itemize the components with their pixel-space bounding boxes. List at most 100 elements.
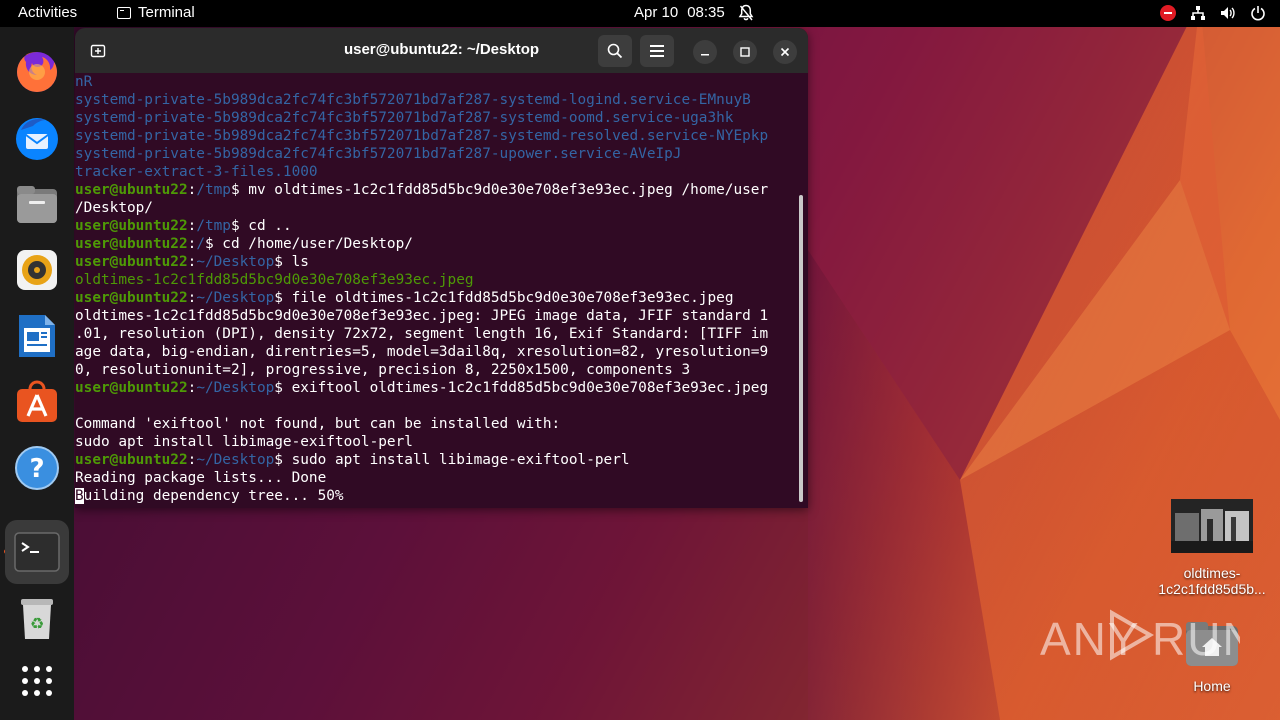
terminal-scrollbar[interactable]: [799, 195, 803, 502]
terminal-text: Reading package lists... Done: [75, 470, 327, 486]
terminal-text: user@ubuntu22: [75, 182, 188, 198]
terminal-text: /tmp: [196, 218, 231, 234]
terminal-text: :: [187, 290, 197, 306]
terminal-line: Building dependency tree... 50%: [75, 487, 797, 505]
show-apps-icon[interactable]: [11, 655, 63, 707]
anyrun-logo: ANY RUN: [1040, 609, 1256, 665]
file-label-line-2: 1c2c1fdd85d5b...: [1158, 581, 1266, 597]
search-icon: [607, 43, 623, 59]
svg-text:?: ?: [29, 454, 44, 484]
terminal-line: systemd-private-5b989dca2fc74fc3bf572071…: [75, 109, 797, 127]
terminal-line: user@ubuntu22:~/Desktop$ sudo apt instal…: [75, 451, 797, 469]
clock-time: 08:35: [687, 4, 725, 21]
terminal-line: systemd-private-5b989dca2fc74fc3bf572071…: [75, 91, 797, 109]
terminal-text: :: [187, 236, 197, 252]
terminal-text: uilding dependency tree... 50%: [83, 488, 344, 504]
search-button[interactable]: [598, 35, 632, 67]
terminal-text: $ sudo apt install libimage-exiftool-per…: [274, 452, 630, 468]
terminal-text: tracker-extract-3-files.1000: [75, 164, 318, 180]
terminal-window: user@ubuntu22: ~/Desktop nR systemd-priva…: [75, 28, 808, 508]
writer-icon[interactable]: [11, 310, 63, 362]
bell-icon[interactable]: [738, 4, 754, 22]
terminal-text: user@ubuntu22: [75, 218, 188, 234]
trash-icon[interactable]: ♻: [11, 592, 63, 644]
terminal-text: user@ubuntu22: [75, 380, 188, 396]
app-menu-label: Terminal: [138, 4, 195, 21]
terminal-text: user@ubuntu22: [75, 254, 188, 270]
network-icon: [1191, 6, 1205, 20]
terminal-line: sudo apt install libimage-exiftool-perl: [75, 433, 797, 451]
clock[interactable]: Apr 10 08:35: [634, 4, 734, 21]
terminal-line: user@ubuntu22:/$ cd /home/user/Desktop/: [75, 235, 797, 253]
terminal-line: .01, resolution (DPI), density 72x72, se…: [75, 325, 797, 343]
svg-text:♻: ♻: [30, 614, 44, 633]
help-icon[interactable]: ?: [11, 442, 63, 494]
rhythmbox-icon[interactable]: [11, 244, 63, 296]
close-icon: [780, 47, 790, 57]
firefox-icon[interactable]: [11, 46, 63, 98]
app-menu[interactable]: Terminal: [117, 4, 195, 21]
terminal-text: :: [187, 254, 197, 270]
terminal-line: systemd-private-5b989dca2fc74fc3bf572071…: [75, 127, 797, 145]
terminal-line: age data, big-endian, direntries=5, mode…: [75, 343, 797, 361]
clock-date: Apr 10: [634, 4, 679, 21]
terminal-header-bar[interactable]: user@ubuntu22: ~/Desktop: [75, 28, 808, 73]
terminal-text: 0, resolutionunit=2], progressive, preci…: [75, 362, 691, 378]
menu-button[interactable]: [640, 35, 674, 67]
maximize-icon: [740, 47, 750, 57]
thunderbird-icon[interactable]: [11, 112, 63, 164]
terminal-text: ~/Desktop: [196, 290, 275, 306]
activities-button[interactable]: Activities: [18, 4, 77, 21]
terminal-line: user@ubuntu22:~/Desktop$ exiftool oldtim…: [75, 379, 797, 397]
terminal-line: /Desktop/: [75, 199, 797, 217]
home-label: Home: [1193, 678, 1231, 694]
terminal-line: oldtimes-1c2c1fdd85d5bc9d0e30e708ef3e93e…: [75, 307, 797, 325]
terminal-line: user@ubuntu22:~/Desktop$ ls: [75, 253, 797, 271]
terminal-line: user@ubuntu22:/tmp$ mv oldtimes-1c2c1fdd…: [75, 181, 797, 199]
terminal-line: 0, resolutionunit=2], progressive, preci…: [75, 361, 797, 379]
terminal-line: user@ubuntu22:~/Desktop$ file oldtimes-1…: [75, 289, 797, 307]
desktop-file-icon[interactable]: oldtimes- 1c2c1fdd85d5b...: [1152, 499, 1272, 597]
hamburger-menu-icon: [650, 45, 664, 57]
terminal-text: /tmp: [196, 182, 231, 198]
terminal-text: $ file oldtimes-1c2c1fdd85d5bc9d0e30e708…: [274, 290, 734, 306]
terminal-text: systemd-private-5b989dca2fc74fc3bf572071…: [75, 92, 751, 108]
terminal-line: Reading package lists... Done: [75, 469, 797, 487]
minimize-button[interactable]: [693, 40, 717, 64]
maximize-button[interactable]: [733, 40, 757, 64]
terminal-text: user@ubuntu22: [75, 290, 188, 306]
terminal-icon[interactable]: [5, 520, 69, 584]
terminal-line: tracker-extract-3-files.1000: [75, 163, 797, 181]
volume-icon: [1221, 7, 1235, 19]
terminal-text: systemd-private-5b989dca2fc74fc3bf572071…: [75, 146, 682, 162]
terminal-output[interactable]: nR systemd-private-5b989dca2fc74fc3bf5720…: [75, 73, 797, 508]
terminal-text: age data, big-endian, direntries=5, mode…: [75, 344, 769, 360]
terminal-line: user@ubuntu22:/tmp$ cd ..: [75, 217, 797, 235]
dock: ? ♻: [0, 27, 74, 720]
file-label-line-1: oldtimes-: [1183, 565, 1241, 581]
terminal-text: oldtimes-1c2c1fdd85d5bc9d0e30e708ef3e93e…: [75, 272, 474, 288]
image-thumbnail: [1171, 499, 1253, 553]
minimize-icon: [701, 54, 709, 56]
files-icon[interactable]: [11, 178, 63, 230]
system-tray[interactable]: [1160, 5, 1266, 21]
terminal-text: /: [196, 236, 205, 252]
close-button[interactable]: [773, 40, 797, 64]
terminal-cursor: B: [75, 488, 84, 504]
app-center-icon[interactable]: [11, 376, 63, 428]
terminal-line: systemd-private-5b989dca2fc74fc3bf572071…: [75, 145, 797, 163]
terminal-text: $ exiftool oldtimes-1c2c1fdd85d5bc9d0e30…: [274, 380, 769, 396]
recording-stop-icon[interactable]: [1160, 5, 1176, 21]
terminal-line: Command 'exiftool' not found, but can be…: [75, 415, 797, 433]
terminal-app-icon: [117, 6, 131, 19]
terminal-text: ~/Desktop: [196, 452, 275, 468]
svg-text:RUN: RUN: [1152, 613, 1240, 665]
top-bar: Activities Terminal Apr 10 08:35: [0, 0, 1280, 27]
terminal-text: :: [187, 452, 197, 468]
terminal-text: $ cd ..: [230, 218, 292, 234]
terminal-text: $ ls: [274, 254, 309, 270]
power-icon: [1251, 6, 1265, 21]
terminal-text: :: [187, 380, 197, 396]
terminal-text: systemd-private-5b989dca2fc74fc3bf572071…: [75, 110, 734, 126]
